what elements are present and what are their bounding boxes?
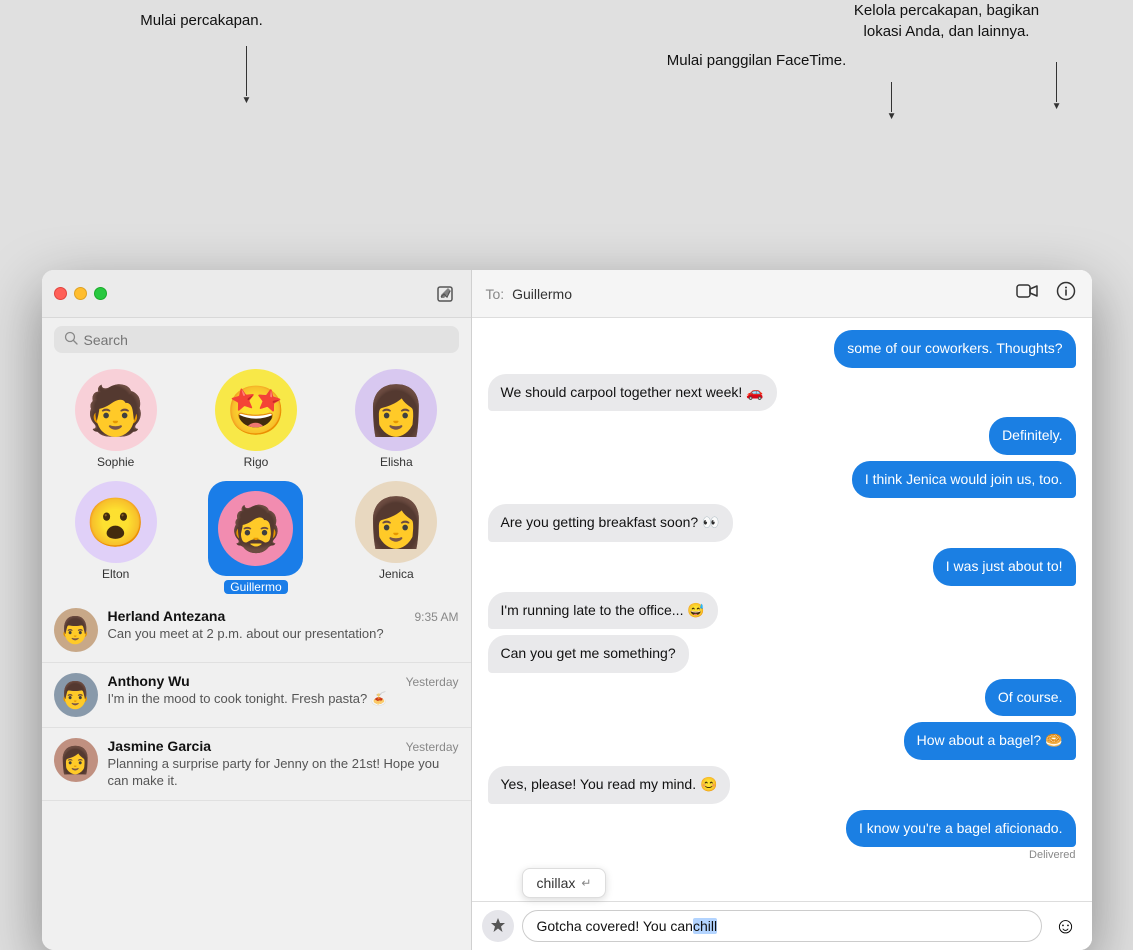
info-button[interactable] [1054,279,1078,308]
titlebar [42,270,471,318]
search-bar [54,326,459,353]
page-wrapper: Mulai percakapan. ▼ Mulai panggilan Face… [42,0,1092,950]
message-bubble: We should carpool together next week! 🚗 [488,374,777,412]
conversation-preview: Can you meet at 2 p.m. about our present… [108,626,459,643]
pin-name: Guillermo [224,580,287,594]
message-bubble: Yes, please! You read my mind. 😊 [488,766,731,804]
arrow-head: ▼ [242,96,252,106]
main-window: 🧑Sophie🤩Rigo👩Elisha 😮Elton🧔Guillermo👩Jen… [42,270,1092,950]
annotation-arrow-start: ▼ [242,46,252,106]
compose-button[interactable] [431,280,459,308]
message-row: Definitely. [488,417,1076,455]
avatar: 👨 [54,608,98,652]
message-bubble: Can you get me something? [488,635,689,673]
conversation-list: 👨 Herland Antezana 9:35 AM Can you meet at … [42,598,471,950]
conversation-content: Jasmine Garcia Yesterday Planning a surpri… [108,738,459,790]
close-button[interactable] [54,287,67,300]
pinned-contact[interactable]: 👩Jenica [336,481,456,594]
minimize-button[interactable] [74,287,87,300]
arrow-head-2: ▼ [887,112,897,122]
message-bubble: Are you getting breakfast soon? 👀 [488,504,733,542]
annotation-start-convo: Mulai percakapan. [122,10,282,31]
autocomplete-word: chillax [537,875,576,891]
avatar: 👨 [54,673,98,717]
arrow-head-3: ▼ [1052,102,1062,112]
message-row: I'm running late to the office... 😅 [488,592,1076,630]
input-area: Gotcha covered! You can chill chillax ↵ … [472,901,1092,950]
message-row: Are you getting breakfast soon? 👀 [488,504,1076,542]
pin-name: Jenica [379,567,414,581]
annotations-area: Mulai percakapan. ▼ Mulai panggilan Face… [42,0,1092,140]
annotation-arrow-facetime: ▼ [887,82,897,122]
message-bubble: How about a bagel? 🥯 [904,722,1076,760]
input-text-before: Gotcha covered! You can [537,918,693,934]
pinned-contact[interactable]: 🧔Guillermo [196,481,316,594]
search-icon [64,331,78,348]
message-bubble: I'm running late to the office... 😅 [488,592,718,630]
avatar: 👩 [54,738,98,782]
traffic-lights [54,287,107,300]
conversation-preview: I'm in the mood to cook tonight. Fresh p… [108,691,459,708]
pin-name: Elisha [380,455,413,469]
annotation-facetime: Mulai panggilan FaceTime. [642,50,872,71]
message-row: some of our coworkers. Thoughts? [488,330,1076,368]
message-row: I was just about to! [488,548,1076,586]
messages-area: some of our coworkers. Thoughts? We shoul… [472,318,1092,901]
pin-name: Sophie [97,455,134,469]
message-bubble: I think Jenica would join us, too. [852,461,1076,499]
message-row: Yes, please! You read my mind. 😊 [488,766,1076,804]
conversation-content: Herland Antezana 9:35 AM Can you meet at 2… [108,608,459,643]
conversation-time: Yesterday [406,740,459,754]
conversation-time: 9:35 AM [414,610,458,624]
message-bubble: Definitely. [989,417,1075,455]
pinned-contact[interactable]: 👩Elisha [336,369,456,469]
emoji-button[interactable]: ☺ [1050,910,1082,942]
conversation-time: Yesterday [406,675,459,689]
message-bubble: Of course. [985,679,1076,717]
conversation-preview: Planning a surprise party for Jenny on t… [108,756,459,790]
conversation-content: Anthony Wu Yesterday I'm in the mood to co… [108,673,459,708]
message-row: Of course. [488,679,1076,717]
conversation-item[interactable]: 👨 Anthony Wu Yesterday I'm in the mood to c… [42,663,471,728]
message-bubble: I was just about to! [933,548,1076,586]
message-row: I think Jenica would join us, too. [488,461,1076,499]
conversation-name: Jasmine Garcia [108,738,212,754]
pin-name: Elton [102,567,129,581]
right-panel: To: Guillermo [472,270,1092,950]
pinned-row-2: 😮Elton🧔Guillermo👩Jenica [42,473,471,598]
annotation-manage: Kelola percakapan, bagikanlokasi Anda, d… [822,0,1072,42]
message-row: We should carpool together next week! 🚗 [488,374,1076,412]
pinned-contact[interactable]: 🤩Rigo [196,369,316,469]
message-input[interactable]: Gotcha covered! You can chill [522,910,1042,942]
message-row: How about a bagel? 🥯 [488,722,1076,760]
to-label: To: [486,286,505,302]
app-store-button[interactable] [482,910,514,942]
maximize-button[interactable] [94,287,107,300]
facetime-button[interactable] [1014,281,1040,306]
annotation-arrow-manage: ▼ [1052,62,1062,112]
conversation-item[interactable]: 👩 Jasmine Garcia Yesterday Planning a surpr… [42,728,471,801]
left-panel: 🧑Sophie🤩Rigo👩Elisha 😮Elton🧔Guillermo👩Jen… [42,270,472,950]
conversation-item[interactable]: 👨 Herland Antezana 9:35 AM Can you meet at … [42,598,471,663]
delivered-label: Delivered [1029,849,1075,861]
message-bubble: I know you're a bagel aficionado. [846,810,1075,848]
pin-name: Rigo [244,455,269,469]
input-text-highlighted: chill [693,918,717,934]
pinned-contact[interactable]: 🧑Sophie [56,369,176,469]
message-bubble: some of our coworkers. Thoughts? [834,330,1075,368]
search-input[interactable] [84,332,449,348]
pinned-row-1: 🧑Sophie🤩Rigo👩Elisha [42,361,471,473]
autocomplete-popup[interactable]: chillax ↵ [522,868,607,898]
chat-actions [1014,279,1078,308]
chat-to: To: Guillermo [486,286,572,302]
autocomplete-arrow: ↵ [581,876,591,890]
chat-header: To: Guillermo [472,270,1092,318]
message-row: Can you get me something? [488,635,1076,673]
conversation-name: Anthony Wu [108,673,190,689]
conversation-name: Herland Antezana [108,608,226,624]
message-row: I know you're a bagel aficionado.Deliver… [488,810,1076,862]
chat-recipient: Guillermo [512,286,572,302]
pinned-contact[interactable]: 😮Elton [56,481,176,594]
